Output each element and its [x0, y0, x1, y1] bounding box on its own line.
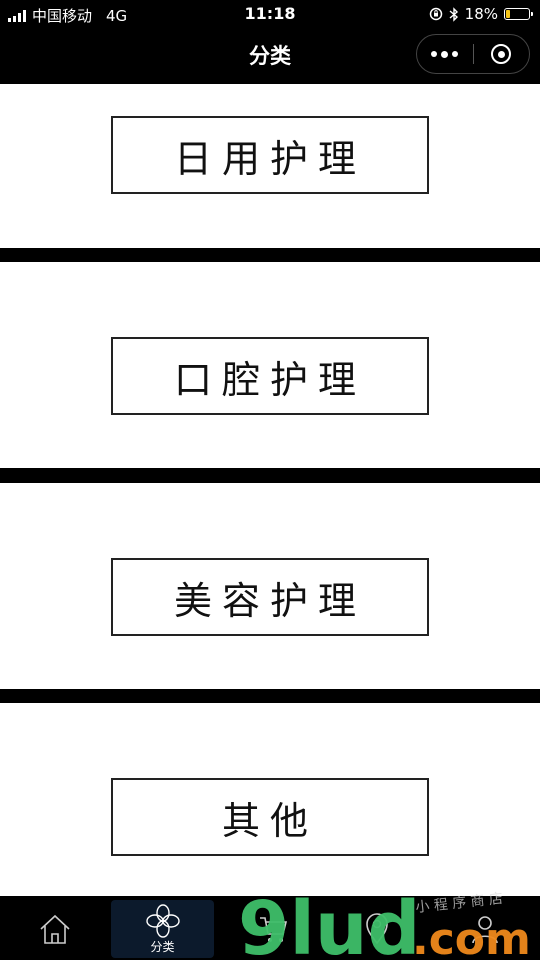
category-button-other[interactable]: 其他	[111, 778, 429, 856]
tab-category-label: 分类	[150, 939, 175, 954]
category-section: 其他	[0, 703, 540, 896]
category-section: 美容护理	[0, 483, 540, 689]
category-button-oral-care[interactable]: 口腔护理	[111, 337, 429, 415]
tab-category[interactable]: 分类	[111, 900, 214, 958]
category-button-beauty-care[interactable]: 美容护理	[111, 558, 429, 636]
tab-profile[interactable]	[452, 900, 518, 958]
bluetooth-icon	[449, 6, 458, 22]
tab-home[interactable]	[22, 900, 88, 958]
category-button-daily-care[interactable]: 日用护理	[111, 116, 429, 194]
more-menu-button[interactable]	[417, 35, 473, 73]
cart-icon	[260, 917, 288, 942]
navigation-bar: 分类	[0, 28, 540, 84]
location-icon	[366, 913, 388, 945]
tab-location[interactable]	[344, 900, 410, 958]
target-close-icon	[491, 44, 512, 64]
home-icon	[40, 914, 70, 944]
user-icon	[472, 916, 498, 944]
miniprogram-capsule	[416, 34, 530, 74]
more-dots-icon	[431, 51, 438, 57]
close-miniprogram-button[interactable]	[473, 35, 529, 73]
battery-percent: 18%	[464, 5, 498, 23]
orientation-lock-icon	[429, 7, 442, 21]
tab-cart[interactable]	[240, 900, 306, 958]
status-bar: 中国移动 4G 11:18 18%	[0, 0, 540, 28]
category-icon	[145, 903, 180, 938]
category-section: 口腔护理	[0, 262, 540, 468]
bottom-tab-bar: 分类	[0, 896, 540, 960]
battery-icon	[504, 8, 533, 20]
category-section: 日用护理	[0, 84, 540, 248]
